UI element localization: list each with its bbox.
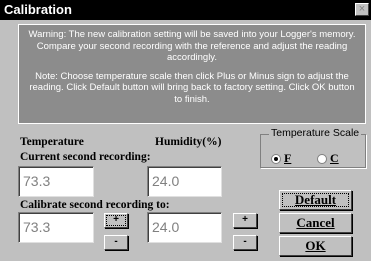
note-text: Note: Choose temperature scale then clic… bbox=[29, 70, 355, 105]
scale-option-c-label: C bbox=[330, 151, 339, 165]
instructions-panel: Warning: The new calibration setting wil… bbox=[18, 24, 366, 124]
current-recording-label: Current second recording: bbox=[20, 151, 151, 163]
warning-text: Warning: The new calibration setting wil… bbox=[28, 29, 356, 63]
scale-option-c[interactable]: C bbox=[317, 151, 339, 166]
ok-button[interactable]: OK bbox=[279, 236, 352, 256]
temperature-label: Temperature bbox=[20, 136, 84, 148]
temperature-minus-button[interactable]: - bbox=[104, 235, 128, 250]
radio-selected-icon bbox=[271, 153, 281, 164]
calibrate-temperature-value: 73.3 bbox=[23, 219, 51, 235]
temperature-plus-button[interactable]: + bbox=[104, 213, 128, 228]
scale-option-f[interactable]: F bbox=[271, 151, 291, 166]
calibrate-humidity-field[interactable]: 24.0 bbox=[147, 212, 222, 243]
current-humidity-value: 24.0 bbox=[152, 173, 180, 189]
temperature-scale-title: Temperature Scale bbox=[269, 127, 362, 139]
window-title: Calibration bbox=[4, 2, 72, 17]
humidity-minus-button[interactable]: - bbox=[233, 235, 257, 250]
close-button[interactable]: × bbox=[355, 3, 369, 16]
current-temperature-field[interactable]: 73.3 bbox=[18, 166, 94, 197]
title-bar: Calibration × bbox=[0, 0, 371, 20]
radio-unselected-icon bbox=[317, 153, 327, 164]
current-humidity-field[interactable]: 24.0 bbox=[147, 166, 222, 197]
temperature-scale-group: Temperature Scale F C bbox=[260, 127, 366, 168]
cancel-button[interactable]: Cancel bbox=[279, 213, 352, 233]
calibrate-recording-label: Calibrate second recording to: bbox=[20, 199, 170, 211]
scale-option-f-label: F bbox=[284, 151, 292, 165]
current-temperature-value: 73.3 bbox=[23, 173, 51, 189]
calibrate-humidity-value: 24.0 bbox=[152, 219, 180, 235]
default-button[interactable]: Default bbox=[279, 190, 352, 210]
close-icon: × bbox=[358, 3, 366, 15]
calibration-dialog: Calibration × Warning: The new calibrati… bbox=[0, 0, 371, 261]
humidity-plus-button[interactable]: + bbox=[233, 213, 257, 228]
calibrate-temperature-field[interactable]: 73.3 bbox=[18, 212, 94, 243]
humidity-label: Humidity(%) bbox=[155, 136, 222, 148]
